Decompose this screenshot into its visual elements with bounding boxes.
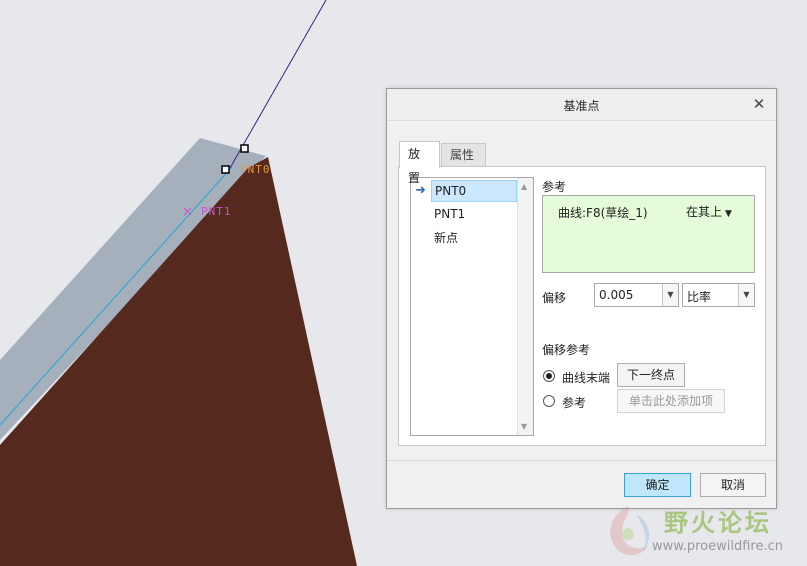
close-icon[interactable]: ✕ (750, 94, 768, 114)
constraint-dropdown[interactable]: 在其上 ▼ (686, 203, 732, 220)
dialog-titlebar[interactable]: 基准点 ✕ (387, 89, 776, 121)
watermark-url: www.proewildfire.cn (652, 539, 783, 554)
list-item-pnt0[interactable]: PNT0 (431, 180, 517, 202)
curve-end-label[interactable]: 曲线末端 (562, 369, 610, 386)
references-collector[interactable]: 曲线:F8(草绘_1) 在其上 ▼ (542, 195, 755, 273)
offset-value[interactable]: 0.005 (599, 288, 633, 302)
add-item-collector[interactable]: 单击此处添加项 (617, 389, 725, 413)
forum-watermark: 野火论坛 www.proewildfire.cn (598, 498, 807, 566)
point-list[interactable]: ➜ PNT0 PNT1 新点 ▲ ▼ (410, 177, 534, 436)
constraint-value: 在其上 (686, 205, 723, 219)
offset-value-combo[interactable]: 0.005 ▼ (594, 283, 679, 307)
list-item-pnt1[interactable]: PNT1 (431, 203, 517, 225)
leader-line (229, 0, 327, 169)
offset-label: 偏移 (542, 291, 567, 305)
offset-type-value: 比率 (687, 290, 712, 304)
cancel-button[interactable]: 取消 (700, 473, 766, 497)
placement-panel: ➜ PNT0 PNT1 新点 ▲ ▼ 参考 曲线:F8(草绘_1) 在其上 ▼ 偏… (398, 166, 766, 446)
offset-reference-label: 偏移参考 (542, 343, 591, 357)
pnt1-label[interactable]: PNT1 (201, 205, 232, 218)
caret-down-icon: ▼ (725, 209, 732, 219)
next-endpoint-button[interactable]: 下一终点 (617, 363, 685, 387)
reference-curve[interactable]: 曲线:F8(草绘_1) (558, 204, 648, 221)
point-list-scrollbar[interactable]: ▲ ▼ (517, 178, 533, 435)
watermark-title: 野火论坛 (664, 509, 772, 537)
list-item-new-point[interactable]: 新点 (431, 227, 517, 249)
chevron-down-icon[interactable]: ▼ (738, 284, 754, 306)
ok-button[interactable]: 确定 (624, 473, 691, 497)
offset-type-select[interactable]: 比率 ▼ (682, 283, 755, 307)
pnt0-label[interactable]: PNT0 (240, 163, 271, 176)
references-label: 参考 (542, 180, 567, 194)
chevron-down-icon[interactable]: ▼ (662, 284, 678, 306)
point-drag-handle (221, 165, 230, 174)
radio-curve-end[interactable] (543, 370, 555, 382)
scroll-down-icon[interactable]: ▼ (521, 422, 527, 431)
scroll-up-icon[interactable]: ▲ (521, 182, 527, 191)
flame-logo-icon (610, 506, 650, 556)
tab-properties[interactable]: 属性 (441, 143, 486, 167)
radio-reference[interactable] (543, 395, 555, 407)
datum-point-dialog: 基准点 ✕ 放置 属性 ➜ PNT0 PNT1 新点 ▲ ▼ 参考 曲线:F8(… (386, 88, 777, 509)
tab-placement[interactable]: 放置 (399, 141, 440, 185)
offset-drag-handle (240, 144, 249, 153)
reference-option-label[interactable]: 参考 (562, 394, 586, 411)
dialog-title: 基准点 (563, 99, 600, 113)
